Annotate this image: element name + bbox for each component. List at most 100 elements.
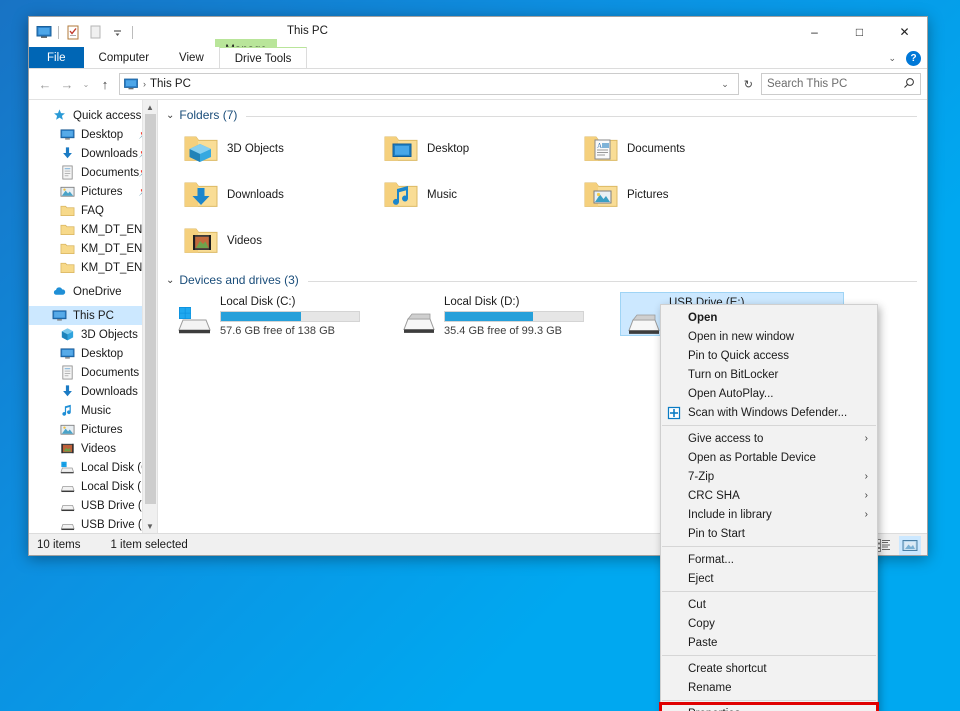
sidebar-item-km-dt-en-0000[interactable]: KM_DT_EN_0000 (29, 220, 157, 239)
folder-item-desktop[interactable]: Desktop (380, 126, 580, 172)
svg-text:A: A (597, 142, 602, 150)
sidebar-item-label: Desktop (81, 347, 124, 360)
help-icon[interactable]: ? (906, 50, 921, 66)
folder-item-videos[interactable]: Videos (180, 218, 380, 264)
forward-button[interactable]: → (57, 73, 77, 95)
new-folder-icon[interactable] (86, 23, 105, 42)
sidebar-item-pictures[interactable]: Pictures (29, 420, 157, 439)
folders-group-header[interactable]: ⌄ Folders (7) (158, 100, 927, 122)
tab-view[interactable]: View (164, 47, 219, 69)
sidebar-item-downloads[interactable]: Downloads (29, 382, 157, 401)
sidebar-item-quick-access[interactable]: Quick access (29, 106, 157, 125)
context-menu-item-cut[interactable]: Cut (661, 595, 877, 614)
back-button[interactable]: ← (35, 73, 55, 95)
search-input[interactable]: Search This PC (767, 78, 903, 90)
context-menu-item-format[interactable]: Format... (661, 550, 877, 569)
context-menu-item-open[interactable]: Open (661, 308, 877, 327)
recent-locations-button[interactable]: ⌄ (79, 73, 93, 95)
context-menu-item-pin-to-start[interactable]: Pin to Start (661, 524, 877, 543)
minimize-button[interactable]: – (792, 17, 837, 47)
sidebar-item-videos[interactable]: Videos (29, 439, 157, 458)
drives-group-title: Devices and drives (3) (179, 273, 299, 287)
sidebar-item-3d-objects[interactable]: 3D Objects (29, 325, 157, 344)
drives-group-header[interactable]: ⌄ Devices and drives (3) (158, 264, 927, 287)
context-menu-item-give-access-to[interactable]: Give access to › (661, 429, 877, 448)
scroll-up-icon[interactable]: ▲ (143, 100, 157, 114)
customize-dropdown-icon[interactable] (108, 23, 127, 42)
context-menu-item-open-autoplay[interactable]: Open AutoPlay... (661, 384, 877, 403)
this-pc-icon[interactable] (34, 23, 53, 42)
properties-checklist-icon[interactable] (64, 23, 83, 42)
sidebar-item-label: Downloads (81, 385, 138, 398)
sidebar-item-onedrive[interactable]: OneDrive (29, 282, 157, 301)
close-button[interactable]: ✕ (882, 17, 927, 47)
sidebar-item-documents[interactable]: Documents (29, 363, 157, 382)
refresh-icon[interactable]: ↻ (741, 78, 756, 91)
drive-item-local-disk-c[interactable]: Local Disk (C:) 57.6 GB free of 138 GB (172, 292, 396, 337)
up-button[interactable]: ↑ (95, 73, 115, 95)
menu-separator (662, 546, 876, 547)
sidebar-item-km-dt-en-0001[interactable]: KM_DT_EN_0001 (29, 239, 157, 258)
quick-access-toolbar (29, 17, 135, 47)
context-menu-item-include-in-library[interactable]: Include in library › (661, 505, 877, 524)
sidebar-item-usb-drive-f[interactable]: USB Drive (F:) (29, 515, 157, 533)
sidebar-item-desktop[interactable]: Desktop📌 (29, 125, 157, 144)
context-menu-item-turn-on-bitlocker[interactable]: Turn on BitLocker (661, 365, 877, 384)
folder-item-pictures[interactable]: Pictures (580, 172, 780, 218)
sidebar-item-this-pc[interactable]: This PC (29, 306, 157, 325)
context-menu-item-scan-with-windows-defender[interactable]: Scan with Windows Defender... (661, 403, 877, 422)
scroll-down-icon[interactable]: ▼ (143, 519, 157, 533)
context-menu-item-open-in-new-window[interactable]: Open in new window (661, 327, 877, 346)
context-menu-item-label: Cut (688, 598, 706, 611)
context-menu-item-pin-to-quick-access[interactable]: Pin to Quick access (661, 346, 877, 365)
breadcrumb[interactable]: This PC (150, 78, 191, 90)
downloads-icon (59, 384, 75, 400)
drive-name: Local Disk (D:) (444, 296, 520, 308)
sidebar-item-music[interactable]: Music (29, 401, 157, 420)
folder-item-documents[interactable]: A Documents (580, 126, 780, 172)
context-menu-item-crc-sha[interactable]: CRC SHA › (661, 486, 877, 505)
sidebar-item-local-disk-c[interactable]: Local Disk (C:) (29, 458, 157, 477)
navigation-scrollbar[interactable]: ▲ ▼ (142, 100, 157, 533)
maximize-button[interactable]: □ (837, 17, 882, 47)
chevron-down-icon[interactable]: ⌄ (888, 53, 896, 64)
tab-drive-tools[interactable]: Drive Tools (218, 47, 308, 69)
chevron-down-icon[interactable]: ⌄ (166, 275, 174, 286)
sidebar-item-downloads[interactable]: Downloads📌 (29, 144, 157, 163)
sidebar-item-desktop[interactable]: Desktop (29, 344, 157, 363)
sidebar-item-pictures[interactable]: Pictures📌 (29, 182, 157, 201)
context-menu-item-create-shortcut[interactable]: Create shortcut (661, 659, 877, 678)
sidebar-item-km-dt-en-0002[interactable]: KM_DT_EN_0002 (29, 258, 157, 277)
folder-item-music[interactable]: Music (380, 172, 580, 218)
address-dropdown-icon[interactable]: ⌄ (716, 79, 734, 90)
folder-icon (59, 260, 75, 276)
context-menu-item-label: Include in library (688, 508, 772, 521)
sidebar-item-label: Pictures (81, 185, 123, 198)
sidebar-item-local-disk-d[interactable]: Local Disk (D:) (29, 477, 157, 496)
context-menu-item-properties[interactable]: Properties (659, 702, 879, 711)
context-menu-item-label: Open as Portable Device (688, 451, 816, 464)
drive-capacity-fill (445, 312, 534, 321)
address-bar[interactable]: › This PC ⌄ (119, 73, 739, 95)
sidebar-item-faq[interactable]: FAQ (29, 201, 157, 220)
tab-file[interactable]: File (29, 47, 84, 69)
sidebar-item-usb-drive-e[interactable]: USB Drive (E:) (29, 496, 157, 515)
tab-computer[interactable]: Computer (84, 47, 165, 69)
large-icons-view-button[interactable] (899, 535, 921, 555)
chevron-down-icon[interactable]: ⌄ (166, 110, 174, 121)
context-menu-item-copy[interactable]: Copy (661, 614, 877, 633)
scrollbar-thumb[interactable] (145, 114, 156, 504)
context-menu-item-eject[interactable]: Eject (661, 569, 877, 588)
context-menu-item-7-zip[interactable]: 7-Zip › (661, 467, 877, 486)
search-icon[interactable] (903, 77, 915, 92)
context-menu-item-rename[interactable]: Rename (661, 678, 877, 697)
context-menu-item-open-as-portable-device[interactable]: Open as Portable Device (661, 448, 877, 467)
sidebar-item-documents[interactable]: Documents📌 (29, 163, 157, 182)
folder-item-3d-objects[interactable]: 3D Objects (180, 126, 380, 172)
search-box[interactable]: Search This PC (761, 73, 921, 95)
context-menu-item-paste[interactable]: Paste (661, 633, 877, 652)
sidebar-item-label: Quick access (73, 109, 142, 122)
drive-item-local-disk-d[interactable]: Local Disk (D:) 35.4 GB free of 99.3 GB (396, 292, 620, 337)
ribbon-divider (29, 68, 927, 69)
folder-item-downloads[interactable]: Downloads (180, 172, 380, 218)
